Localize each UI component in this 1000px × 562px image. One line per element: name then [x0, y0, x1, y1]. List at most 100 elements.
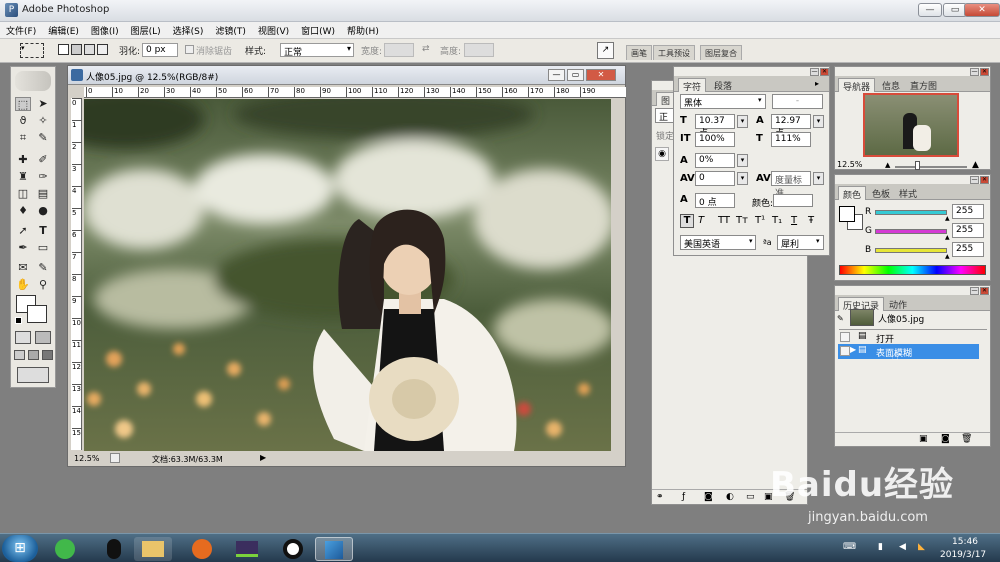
- new-snapshot-icon[interactable]: ◙: [941, 434, 950, 444]
- healing-brush-tool-icon[interactable]: ✚: [15, 153, 31, 167]
- kerning-input[interactable]: 0: [695, 171, 735, 186]
- doc-close-button[interactable]: ✕: [586, 69, 616, 81]
- subtract-selection-icon[interactable]: [84, 44, 95, 55]
- taskbar-360-icon[interactable]: [46, 537, 84, 561]
- palette-tab-brushes[interactable]: 画笔: [626, 45, 652, 60]
- tab-paragraph[interactable]: 段落: [710, 78, 736, 92]
- red-channel-input[interactable]: 255: [952, 204, 984, 219]
- layer-style-icon[interactable]: ƒ: [682, 492, 685, 502]
- default-colors-icon[interactable]: [15, 317, 22, 324]
- new-document-from-state-icon[interactable]: ▣: [919, 434, 928, 444]
- kerning-method-dropdown-icon[interactable]: ▾: [813, 172, 824, 185]
- color-panel-minimize-button[interactable]: —: [970, 176, 979, 184]
- taskbar-recorder-icon[interactable]: [274, 537, 312, 561]
- eraser-tool-icon[interactable]: ◫: [15, 187, 31, 201]
- layer-mask-icon[interactable]: ◙: [704, 492, 713, 502]
- history-item-checkbox[interactable]: [840, 346, 850, 356]
- new-selection-icon[interactable]: [58, 44, 69, 55]
- link-layers-icon[interactable]: ⚭: [656, 492, 664, 502]
- color-panel-close-button[interactable]: ✕: [980, 176, 989, 184]
- navigator-panel-close-button[interactable]: ✕: [980, 68, 989, 76]
- tray-keyboard-icon[interactable]: ⌨: [843, 542, 856, 552]
- menu-edit[interactable]: 编辑(E): [42, 22, 85, 38]
- character-panel-minimize-button[interactable]: —: [810, 68, 819, 76]
- delete-state-icon[interactable]: 🗑: [961, 434, 972, 444]
- taskbar-media-icon[interactable]: [228, 537, 266, 561]
- green-channel-slider[interactable]: [875, 229, 947, 234]
- image-canvas[interactable]: [84, 99, 611, 451]
- antialias-dropdown-icon[interactable]: ▾: [816, 237, 820, 245]
- kerning-dropdown-icon[interactable]: ▾: [737, 172, 748, 185]
- pen-tool-icon[interactable]: ✒: [15, 241, 31, 255]
- taskbar-explorer-icon[interactable]: [134, 537, 172, 561]
- background-color-swatch[interactable]: [27, 305, 47, 323]
- tracking-dropdown-icon[interactable]: ▾: [737, 154, 748, 167]
- blue-slider-thumb-icon[interactable]: ▲: [945, 253, 950, 260]
- new-group-icon[interactable]: ▭: [746, 492, 755, 502]
- dodge-tool-icon[interactable]: ●: [35, 204, 51, 218]
- menu-layer[interactable]: 图层(L): [125, 22, 167, 38]
- blur-tool-icon[interactable]: ♦: [15, 204, 31, 218]
- brush-tool-icon[interactable]: ✐: [35, 153, 51, 167]
- tab-swatches[interactable]: 色板: [868, 186, 894, 200]
- snapshot-thumbnail[interactable]: [850, 309, 874, 326]
- marquee-tool-icon[interactable]: ⬚: [15, 97, 31, 111]
- minimize-button[interactable]: —: [918, 3, 942, 17]
- tray-notification-icon[interactable]: ◣: [918, 542, 925, 552]
- history-item-open[interactable]: ▤ 打开: [838, 330, 979, 345]
- all-caps-button[interactable]: TT: [718, 215, 730, 226]
- quick-mask-mode-icon[interactable]: [35, 331, 51, 344]
- add-selection-icon[interactable]: [71, 44, 82, 55]
- magic-wand-tool-icon[interactable]: ✧: [35, 114, 51, 128]
- taskbar-photoshop-icon[interactable]: [315, 537, 353, 561]
- tab-actions[interactable]: 动作: [885, 297, 911, 311]
- tab-styles[interactable]: 样式: [895, 186, 921, 200]
- standard-mode-icon[interactable]: [15, 331, 31, 344]
- taskbar-qq-icon[interactable]: [95, 537, 133, 561]
- menu-filter[interactable]: 滤镜(T): [209, 22, 252, 38]
- shape-tool-icon[interactable]: ▭: [35, 241, 51, 255]
- doc-maximize-button[interactable]: ▭: [567, 69, 584, 81]
- close-button[interactable]: ✕: [964, 3, 1000, 17]
- hand-tool-icon[interactable]: ✋: [15, 278, 31, 292]
- clock-time[interactable]: 15:46: [952, 537, 978, 547]
- tab-histogram[interactable]: 直方图: [906, 78, 941, 92]
- doc-minimize-button[interactable]: —: [548, 69, 565, 81]
- intersect-selection-icon[interactable]: [97, 44, 108, 55]
- menu-help[interactable]: 帮助(H): [341, 22, 385, 38]
- palette-well-icon[interactable]: ↗: [597, 42, 614, 59]
- menu-view[interactable]: 视图(V): [252, 22, 295, 38]
- color-spectrum-bar[interactable]: [839, 265, 986, 275]
- zoom-in-icon[interactable]: ▲: [972, 160, 979, 170]
- font-style-select[interactable]: -: [772, 94, 823, 109]
- text-color-swatch[interactable]: [773, 194, 813, 207]
- move-tool-icon[interactable]: ➤: [35, 97, 51, 111]
- screen-mode-full-menu-icon[interactable]: [28, 350, 39, 360]
- layer-visibility-eye-icon[interactable]: ◉: [655, 147, 669, 161]
- start-button[interactable]: ⊞: [2, 535, 38, 562]
- menu-image[interactable]: 图像(I): [85, 22, 125, 38]
- character-panel-close-button[interactable]: ✕: [820, 68, 829, 76]
- green-channel-input[interactable]: 255: [952, 223, 984, 238]
- feather-input[interactable]: 0 px: [142, 43, 178, 57]
- tab-info[interactable]: 信息: [878, 78, 904, 92]
- history-panel-close-button[interactable]: ✕: [980, 287, 989, 295]
- font-size-dropdown-icon[interactable]: ▾: [737, 115, 748, 128]
- red-slider-thumb-icon[interactable]: ▲: [945, 215, 950, 222]
- blue-channel-slider[interactable]: [875, 248, 947, 253]
- kerning-method-select[interactable]: 度量标准: [771, 171, 811, 199]
- marquee-tool-preset-icon[interactable]: ▾: [20, 43, 44, 58]
- clock-date[interactable]: 2019/3/17: [940, 550, 986, 560]
- notes-tool-icon[interactable]: ✉: [15, 261, 31, 275]
- navigator-panel-minimize-button[interactable]: —: [970, 68, 979, 76]
- adjustment-layer-icon[interactable]: ◐: [726, 492, 734, 502]
- history-brush-source-icon[interactable]: ✎: [837, 314, 847, 324]
- panel-menu-arrow-icon[interactable]: ▸: [815, 79, 819, 88]
- tray-network-icon[interactable]: ▮: [878, 542, 883, 552]
- navigator-thumbnail[interactable]: [863, 93, 959, 157]
- faux-bold-button[interactable]: T: [680, 214, 694, 228]
- small-caps-button[interactable]: Tт: [736, 215, 748, 226]
- baseline-shift-input[interactable]: 0 点: [695, 193, 735, 208]
- zoom-out-icon[interactable]: ▲: [885, 161, 890, 169]
- zoom-tool-icon[interactable]: ⚲: [35, 278, 51, 292]
